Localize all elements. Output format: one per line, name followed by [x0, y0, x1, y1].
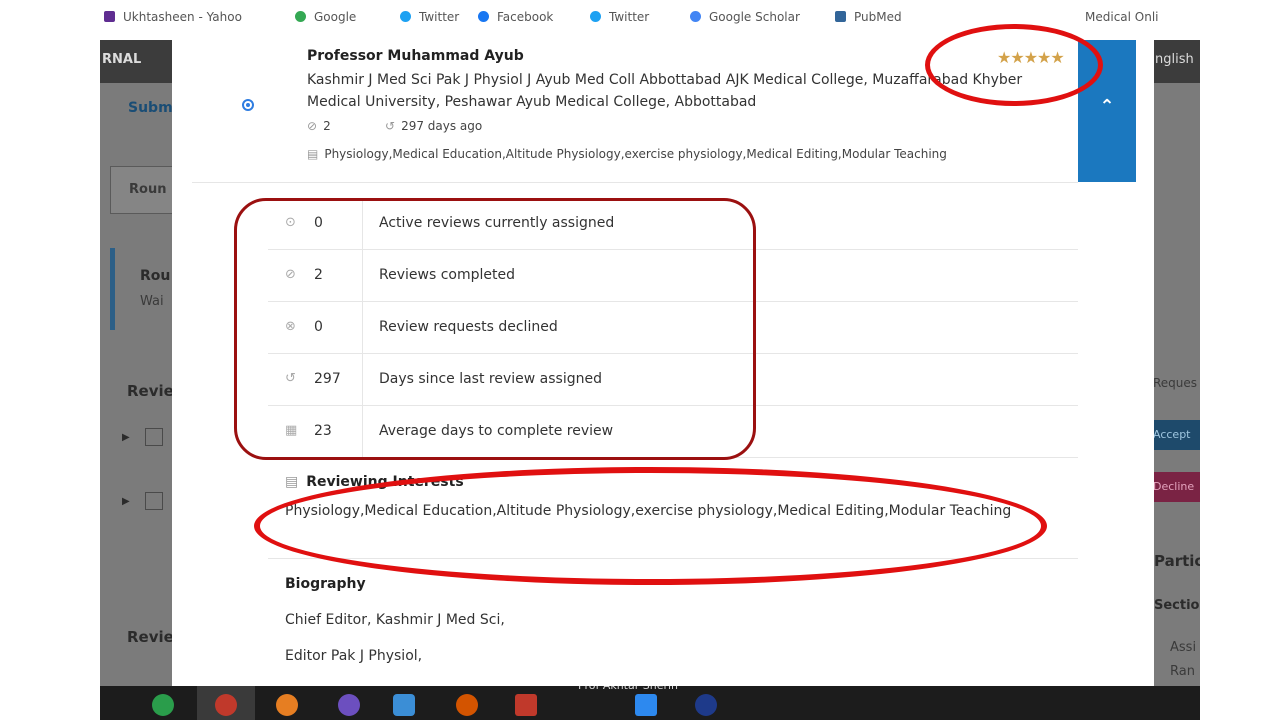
biography-line: Chief Editor, Kashmir J Med Sci,: [285, 612, 505, 628]
scholar-icon: [690, 11, 701, 22]
file-icon: [145, 492, 163, 510]
app-icon[interactable]: [695, 694, 717, 716]
google-icon: [295, 11, 306, 22]
bookmark-item[interactable]: Facebook: [478, 10, 553, 24]
bookmark-item[interactable]: Google Scholar: [690, 10, 800, 24]
bookmark-item[interactable]: Twitter: [400, 10, 459, 24]
book-icon: ▤: [307, 147, 319, 161]
history-icon: ↺: [385, 119, 396, 133]
submission-tab[interactable]: Subm: [128, 100, 173, 116]
interests-summary: ▤ Physiology,Medical Education,Altitude P…: [307, 147, 947, 161]
bookmark-item[interactable]: Ukhtasheen - Yahoo: [104, 10, 242, 24]
accept-button[interactable]: Accept: [1150, 420, 1200, 450]
chrome-icon[interactable]: [152, 694, 174, 716]
round-title: Rou: [140, 268, 171, 284]
annotation-circle-interests: [254, 467, 1047, 585]
annotation-circle-stars: [925, 24, 1103, 106]
file-icon: [145, 428, 163, 446]
assign-text: Assi: [1170, 640, 1197, 655]
completed-meta: ⊘ 2: [307, 119, 331, 133]
decline-button[interactable]: Decline: [1150, 472, 1200, 502]
pubmed-icon: [835, 11, 846, 22]
reviewer-radio[interactable]: [242, 99, 254, 111]
expand-arrow-icon[interactable]: ▶: [122, 496, 130, 507]
bookmark-icon: [104, 11, 115, 22]
bookmark-item[interactable]: Google: [295, 10, 356, 24]
teams-icon[interactable]: [338, 694, 360, 716]
book-icon: ▤: [285, 474, 299, 490]
biography-line: Editor Pak J Physiol,: [285, 648, 423, 664]
annotation-box-stats: [234, 198, 756, 460]
firefox-icon[interactable]: [276, 694, 298, 716]
check-circle-icon: ⊘: [307, 119, 318, 133]
round-indicator: [110, 248, 115, 330]
language-link[interactable]: nglish: [1155, 52, 1194, 67]
journal-brand: RNAL: [102, 52, 142, 67]
facebook-icon: [478, 11, 489, 22]
biography-heading: Biography: [285, 576, 366, 592]
request-column: Reques: [1153, 376, 1198, 390]
round-tab[interactable]: Roun: [110, 166, 173, 214]
app-icon[interactable]: [635, 694, 657, 716]
active-app-slot[interactable]: [197, 686, 255, 720]
pdf-icon[interactable]: [515, 694, 537, 716]
explorer-icon[interactable]: [393, 694, 415, 716]
chevron-up-icon: ⌃: [1099, 96, 1115, 117]
twitter-icon: [590, 11, 601, 22]
participants-heading: Partic: [1154, 552, 1200, 570]
bookmark-item[interactable]: Twitter: [590, 10, 649, 24]
section-heading: Sectio: [1154, 598, 1200, 613]
round-status: Wai: [140, 294, 164, 309]
app-icon[interactable]: [456, 694, 478, 716]
bookmark-item[interactable]: Medical Onli: [1085, 10, 1159, 24]
powerpoint-icon: [215, 694, 237, 716]
reviewer-name: Professor Muhammad Ayub: [307, 48, 524, 64]
twitter-icon: [400, 11, 411, 22]
bookmark-item[interactable]: PubMed: [835, 10, 902, 24]
last-assigned-meta: ↺ 297 days ago: [385, 119, 483, 133]
reviews-heading: Revie: [127, 628, 174, 646]
ran-text: Ran: [1170, 664, 1195, 679]
reviewers-heading: Revie: [127, 382, 174, 400]
expand-arrow-icon[interactable]: ▶: [122, 432, 130, 443]
